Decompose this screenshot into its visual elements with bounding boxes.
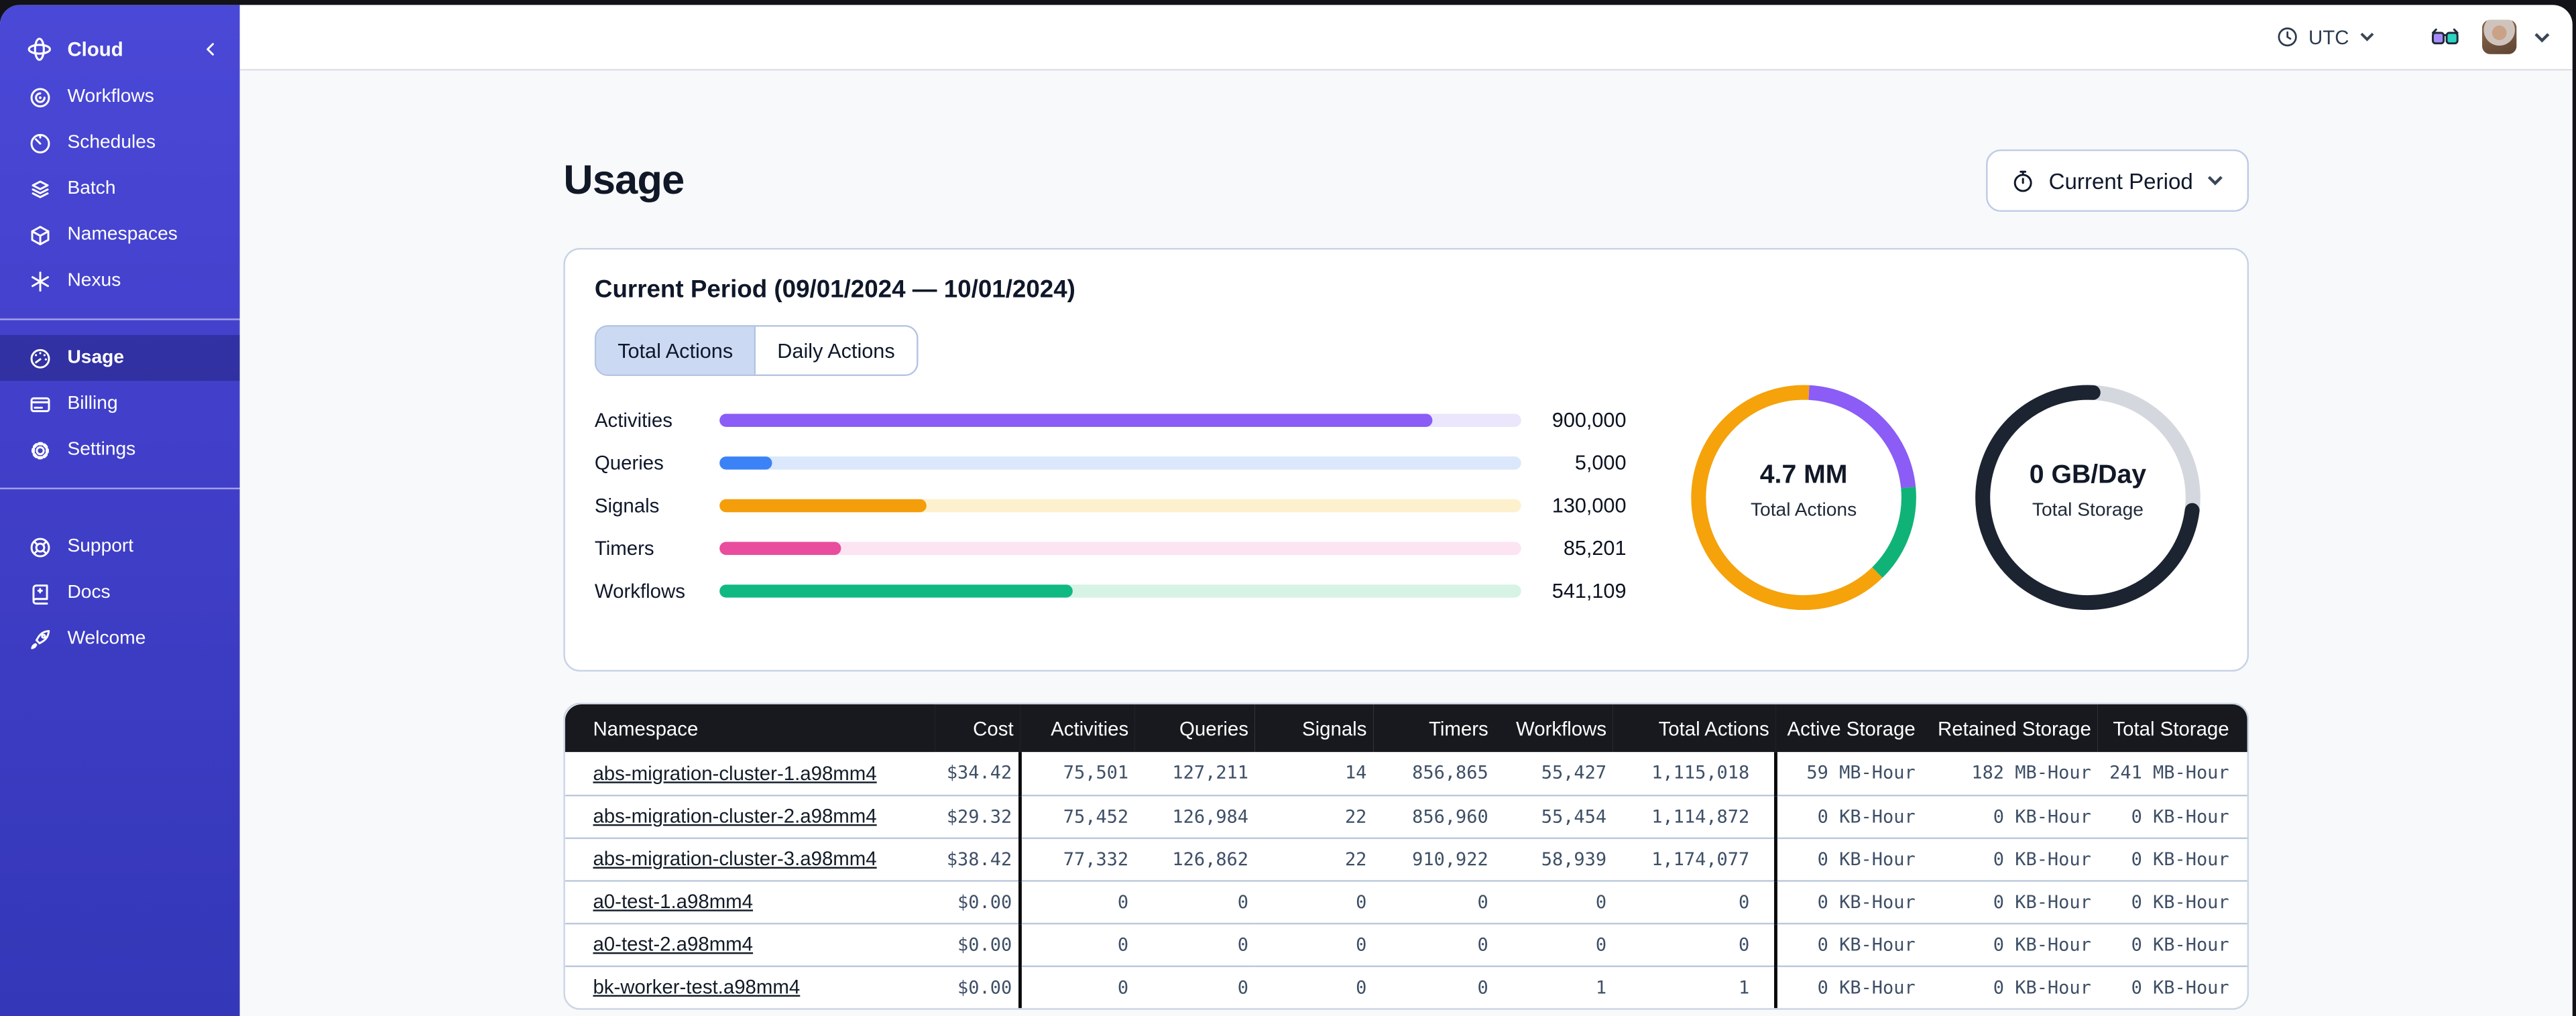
sidebar-item-welcome[interactable]: Welcome xyxy=(0,616,240,662)
namespace-link[interactable]: abs-migration-cluster-3.a98mm4 xyxy=(593,847,876,870)
bar-track xyxy=(719,584,1521,598)
app-window: Cloud Workflows Schedules Batch Namespac… xyxy=(0,5,2573,1016)
main-area: UTC Usage Current Period Current Period … xyxy=(239,5,2573,1016)
welcome-rocket-icon xyxy=(26,625,52,651)
actions-view-tabs: Total Actions Daily Actions xyxy=(594,325,918,377)
user-avatar[interactable] xyxy=(2481,19,2517,54)
total-storage-caption: Total Storage xyxy=(2032,501,2144,521)
bar-row-signals: Signals 130,000 xyxy=(594,494,1627,517)
sidebar-item-docs[interactable]: Docs xyxy=(0,570,240,616)
col-workflows: Workflows xyxy=(1495,704,1613,753)
bar-row-timers: Timers 85,201 xyxy=(594,537,1627,560)
namespace-link[interactable]: abs-migration-cluster-1.a98mm4 xyxy=(593,761,876,784)
glasses-icon[interactable] xyxy=(2431,27,2459,46)
tab-total-actions[interactable]: Total Actions xyxy=(596,326,755,375)
total-actions-caption: Total Actions xyxy=(1750,501,1857,521)
bar-track xyxy=(719,499,1521,513)
account-menu-chevron-icon[interactable] xyxy=(2533,30,2551,44)
col-cost: Cost xyxy=(935,704,1020,753)
bar-row-activities: Activities 900,000 xyxy=(594,409,1627,432)
docs-book-icon xyxy=(26,580,52,606)
bar-track xyxy=(719,456,1521,470)
table-row: a0-test-1.a98mm4 $0.00 0 0 0 0 0 0 0 KB-… xyxy=(565,879,2247,923)
col-activities: Activities xyxy=(1020,704,1135,753)
sidebar-item-namespaces[interactable]: Namespaces xyxy=(0,212,240,258)
temporal-cloud-logo-icon xyxy=(26,36,52,62)
usage-gauge-icon xyxy=(26,345,52,371)
table-row: abs-migration-cluster-3.a98mm4 $38.42 77… xyxy=(565,836,2247,881)
sidebar-item-workflows[interactable]: Workflows xyxy=(0,74,240,120)
sidebar-item-schedules[interactable]: Schedules xyxy=(0,120,240,166)
sidebar-item-batch[interactable]: Batch xyxy=(0,166,240,212)
settings-gear-icon xyxy=(26,437,52,463)
total-storage-donut: 0 GB/Day Total Storage xyxy=(1968,378,2208,618)
top-bar: UTC xyxy=(239,5,2573,71)
col-timers: Timers xyxy=(1373,704,1495,753)
namespace-link[interactable]: a0-test-2.a98mm4 xyxy=(593,933,753,956)
col-retained-storage: Retained Storage xyxy=(1922,704,2098,753)
page-content: Usage Current Period Current Period (09/… xyxy=(239,70,2573,1016)
table-header-row: Namespace Cost Activities Queries Signal… xyxy=(565,704,2247,753)
table-row: a0-test-2.a98mm4 $0.00 0 0 0 0 0 0 0 KB-… xyxy=(565,922,2247,966)
namespace-link[interactable]: bk-worker-test.a98mm4 xyxy=(593,976,800,999)
timezone-label: UTC xyxy=(2308,25,2349,49)
namespaces-box-icon xyxy=(26,222,52,248)
page-title: Usage xyxy=(563,156,685,203)
col-total-storage: Total Storage xyxy=(2097,704,2247,753)
total-actions-donut: 4.7 MM Total Actions xyxy=(1684,378,1924,618)
period-selector-label: Current Period xyxy=(2048,168,2193,193)
bar-track xyxy=(719,414,1521,427)
billing-card-icon xyxy=(26,391,52,417)
sidebar-item-usage[interactable]: Usage xyxy=(0,334,240,381)
chevron-down-icon xyxy=(2207,176,2223,186)
actions-bar-chart: Activities 900,000 Queries 5,000 Signals xyxy=(595,399,1627,613)
period-selector-button[interactable]: Current Period xyxy=(1986,149,2249,212)
table-row: abs-migration-cluster-2.a98mm4 $29.32 75… xyxy=(565,793,2247,838)
collapse-sidebar-icon[interactable] xyxy=(197,36,223,62)
schedules-icon xyxy=(26,130,52,156)
col-total-actions: Total Actions xyxy=(1613,704,1776,753)
sidebar-divider xyxy=(0,318,240,320)
current-period-card: Current Period (09/01/2024 — 10/01/2024)… xyxy=(563,247,2249,672)
sidebar-header-cloud[interactable]: Cloud xyxy=(0,25,240,74)
col-active-storage: Active Storage xyxy=(1775,704,1922,753)
timezone-selector[interactable]: UTC xyxy=(2278,25,2376,48)
sidebar-item-billing[interactable]: Billing xyxy=(0,381,240,427)
table-row: abs-migration-cluster-1.a98mm4 $34.42 75… xyxy=(565,752,2247,795)
namespace-usage-table-card: Namespace Cost Activities Queries Signal… xyxy=(563,702,2249,1010)
chevron-down-icon xyxy=(2360,32,2374,42)
table-row: bk-worker-test.a98mm4 $0.00 0 0 0 0 1 1 … xyxy=(565,964,2247,1009)
col-queries: Queries xyxy=(1134,704,1255,753)
sidebar-item-nexus[interactable]: Nexus xyxy=(0,258,240,304)
nexus-asterisk-icon xyxy=(26,267,52,294)
screen: Cloud Workflows Schedules Batch Namespac… xyxy=(0,0,2576,1016)
bar-track xyxy=(719,542,1521,556)
total-actions-value: 4.7 MM xyxy=(1759,461,1848,490)
sidebar-item-settings[interactable]: Settings xyxy=(0,427,240,473)
sidebar-divider xyxy=(0,487,240,490)
clock-icon xyxy=(2278,27,2298,47)
batch-layers-icon xyxy=(26,176,52,202)
namespace-link[interactable]: abs-migration-cluster-2.a98mm4 xyxy=(593,805,876,828)
namespace-link[interactable]: a0-test-1.a98mm4 xyxy=(593,890,753,913)
total-storage-value: 0 GB/Day xyxy=(2029,461,2147,490)
card-title: Current Period (09/01/2024 — 10/01/2024) xyxy=(594,275,1075,304)
tab-daily-actions[interactable]: Daily Actions xyxy=(754,326,917,375)
stopwatch-icon xyxy=(2014,170,2033,192)
col-namespace: Namespace xyxy=(565,704,935,753)
sidebar-item-support[interactable]: Support xyxy=(0,524,240,570)
bar-row-workflows: Workflows 541,109 xyxy=(594,579,1627,603)
col-signals: Signals xyxy=(1254,704,1374,753)
sidebar: Cloud Workflows Schedules Batch Namespac… xyxy=(0,5,240,1016)
namespace-usage-table: Namespace Cost Activities Queries Signal… xyxy=(565,704,2247,1009)
sidebar-header-label: Cloud xyxy=(67,38,123,61)
support-lifebuoy-icon xyxy=(26,533,52,560)
workflows-icon xyxy=(26,84,52,110)
bar-row-queries: Queries 5,000 xyxy=(594,451,1627,475)
